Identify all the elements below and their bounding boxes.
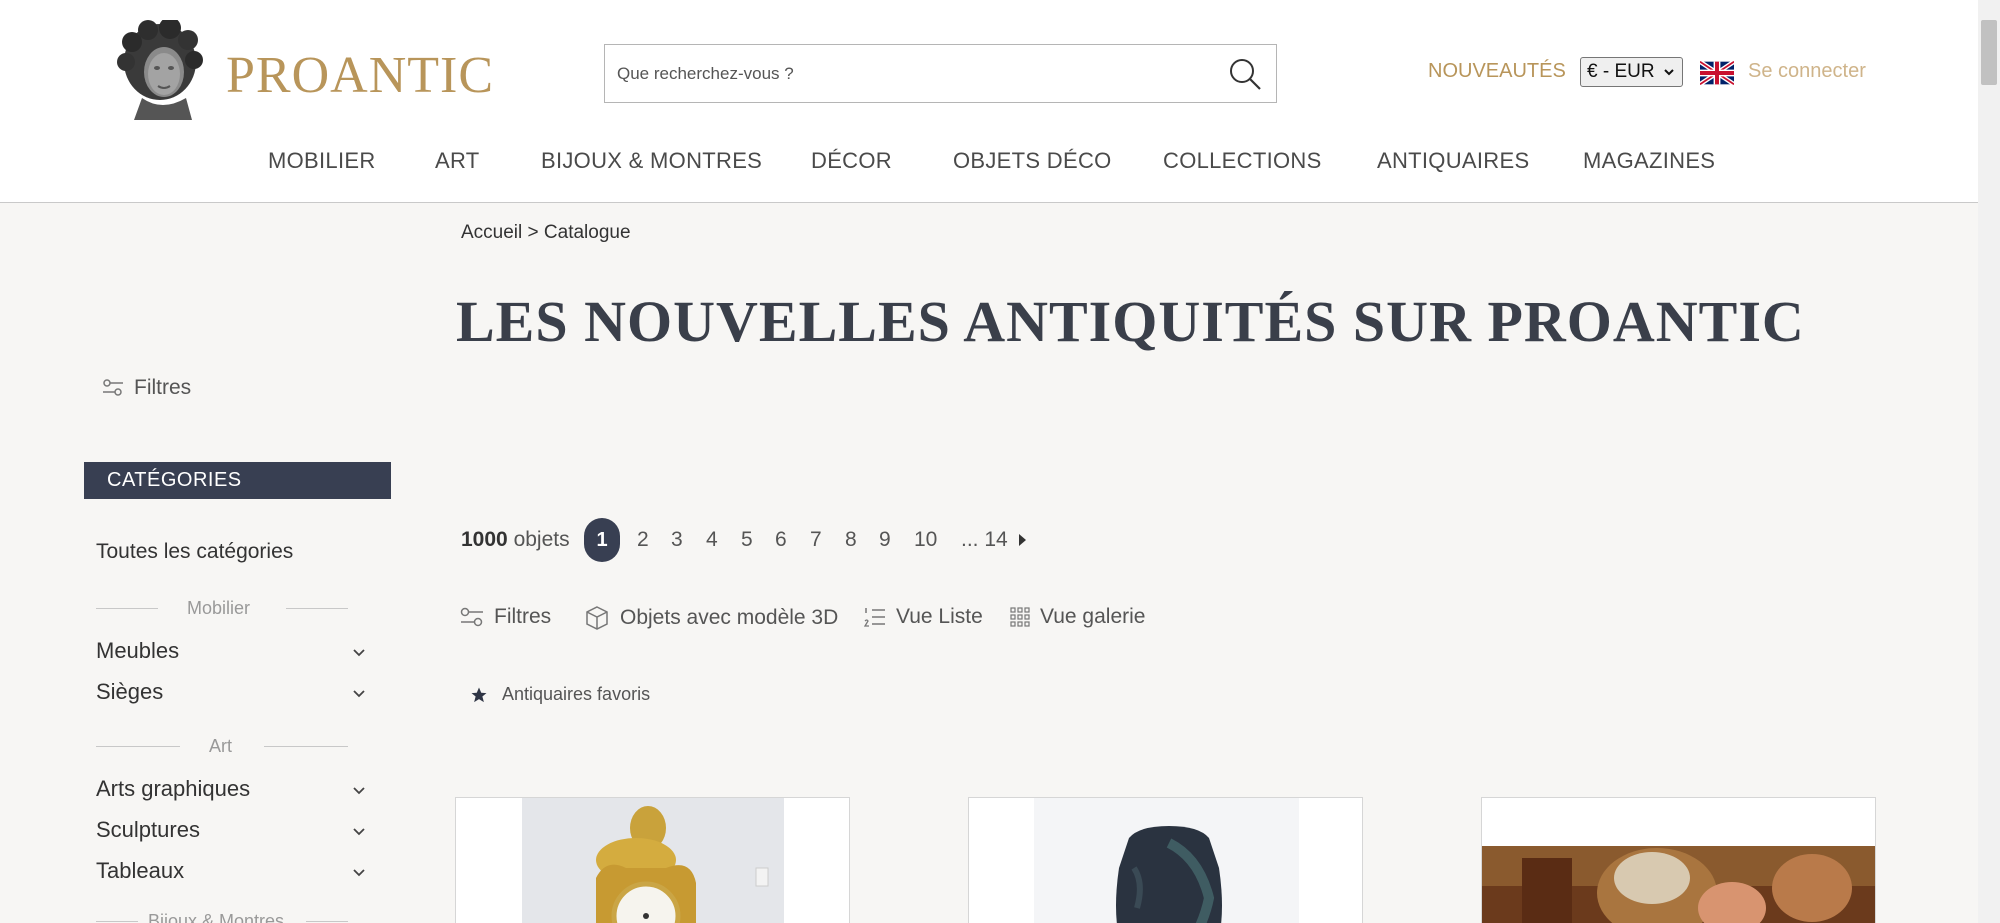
new-items-link[interactable]: NOUVEAUTÉS <box>1428 60 1566 83</box>
3d-models-button[interactable]: Objets avec modèle 3D <box>584 605 838 631</box>
results-count-number: 1000 <box>461 528 508 551</box>
section-divider-mobilier: Mobilier <box>96 598 348 618</box>
page-link-5[interactable]: 5 <box>741 528 753 552</box>
nav-item-collections[interactable]: COLLECTIONS <box>1163 148 1322 174</box>
filter-sliders-icon <box>103 379 123 396</box>
sidebar-item-sculptures[interactable]: Sculptures <box>96 817 366 843</box>
nav-item-art[interactable]: ART <box>435 148 480 174</box>
bust-logo-icon <box>117 20 203 120</box>
all-categories-link[interactable]: Toutes les catégories <box>96 540 293 564</box>
section-title: Art <box>209 736 233 756</box>
nav-item-bijoux-montres[interactable]: BIJOUX & MONTRES <box>541 148 762 174</box>
chevron-down-icon <box>1664 69 1674 76</box>
page-link-4[interactable]: 4 <box>706 528 718 552</box>
results-count-unit: objets <box>513 528 570 551</box>
page-link-3[interactable]: 3 <box>671 528 683 552</box>
nav-item-mobilier[interactable]: MOBILIER <box>268 148 376 174</box>
page-link-last[interactable]: ... 14 <box>961 528 1008 552</box>
filters-button[interactable]: Filtres <box>460 605 551 629</box>
section-divider-art: Art <box>96 736 348 756</box>
search-input[interactable] <box>605 45 1205 102</box>
chevron-down-icon <box>353 787 365 795</box>
filters-label: Filtres <box>494 605 552 628</box>
chevron-down-icon <box>353 828 365 836</box>
uk-flag-icon[interactable] <box>1700 61 1734 85</box>
page-title: LES NOUVELLES ANTIQUITÉS SUR PROANTIC <box>456 289 1805 354</box>
list-view-icon <box>864 608 885 627</box>
section-divider-bijoux: Bijoux & Montres <box>96 911 348 923</box>
search-icon[interactable] <box>1228 57 1262 91</box>
star-icon <box>471 687 487 702</box>
favorite-dealers-toggle[interactable]: Antiquaires favoris <box>470 684 650 705</box>
breadcrumb-home[interactable]: Accueil <box>461 222 522 243</box>
breadcrumb: Accueil > Catalogue <box>461 222 631 244</box>
page-link-8[interactable]: 8 <box>845 528 857 552</box>
page: PROANTIC NOUVEAUTÉS € - EUR Se connecter… <box>0 0 2000 923</box>
sidebar-filters-button[interactable]: Filtres <box>102 376 191 400</box>
sidebar-item-tableaux[interactable]: Tableaux <box>96 858 366 884</box>
page-link-6[interactable]: 6 <box>775 528 787 552</box>
page-link-2[interactable]: 2 <box>637 528 649 552</box>
sidebar-item-label: Sièges <box>96 679 164 704</box>
cube-3d-icon <box>586 606 608 630</box>
grid-view-icon <box>1010 607 1030 627</box>
currency-value: € - EUR <box>1587 61 1655 82</box>
product-image-vase <box>969 798 1362 923</box>
page-1-current[interactable]: 1 <box>584 518 620 562</box>
nav-item-antiquaires[interactable]: ANTIQUAIRES <box>1377 148 1529 174</box>
nav-item-objets-deco[interactable]: OBJETS DÉCO <box>953 148 1112 174</box>
next-page-icon[interactable] <box>1016 532 1028 548</box>
gallery-view-label: Vue galerie <box>1040 605 1146 628</box>
page-link-7[interactable]: 7 <box>810 528 822 552</box>
logo[interactable]: PROANTIC <box>112 20 493 122</box>
product-card[interactable] <box>968 797 1363 923</box>
categories-header: CATÉGORIES <box>84 462 391 499</box>
sidebar-item-label: Arts graphiques <box>96 776 251 801</box>
sidebar-item-arts-graphiques[interactable]: Arts graphiques <box>96 776 366 802</box>
search-box <box>604 44 1277 103</box>
gallery-view-button[interactable]: Vue galerie <box>1010 605 1145 629</box>
3d-models-label: Objets avec modèle 3D <box>620 606 839 629</box>
chevron-down-icon <box>353 690 365 698</box>
currency-select[interactable]: € - EUR <box>1580 57 1683 87</box>
results-count: 1000 objets <box>461 528 570 552</box>
filter-sliders-icon <box>460 607 483 627</box>
sidebar-item-label: Sculptures <box>96 817 200 842</box>
breadcrumb-separator: > <box>527 222 539 243</box>
product-card[interactable] <box>455 797 850 923</box>
breadcrumb-current: Catalogue <box>543 222 631 243</box>
list-view-label: Vue Liste <box>896 605 983 628</box>
login-link[interactable]: Se connecter <box>1748 60 1866 83</box>
product-image-painting <box>1482 798 1875 923</box>
nav-item-decor[interactable]: DÉCOR <box>811 148 892 174</box>
sidebar-item-meubles[interactable]: Meubles <box>96 638 366 664</box>
page-link-9[interactable]: 9 <box>879 528 891 552</box>
sidebar-item-label: Meubles <box>96 638 180 663</box>
section-title: Bijoux & Montres <box>148 911 285 923</box>
sidebar-item-sieges[interactable]: Sièges <box>96 679 366 705</box>
sidebar-item-label: Tableaux <box>96 858 185 883</box>
scrollbar-thumb[interactable] <box>1981 20 1997 85</box>
page-link-10[interactable]: 10 <box>914 528 937 552</box>
scrollbar[interactable] <box>1978 0 2000 923</box>
list-view-button[interactable]: Vue Liste <box>864 605 983 629</box>
brand-name: PROANTIC <box>226 47 495 104</box>
nav-item-magazines[interactable]: MAGAZINES <box>1583 148 1715 174</box>
product-image-clock <box>456 798 849 923</box>
favorite-dealers-label: Antiquaires favoris <box>502 684 651 704</box>
chevron-down-icon <box>353 649 365 657</box>
section-title: Mobilier <box>187 598 251 618</box>
product-card[interactable] <box>1481 797 1876 923</box>
chevron-down-icon <box>353 869 365 877</box>
site-header: PROANTIC NOUVEAUTÉS € - EUR Se connecter… <box>0 0 1978 203</box>
sidebar-filters-label: Filtres <box>134 376 192 399</box>
